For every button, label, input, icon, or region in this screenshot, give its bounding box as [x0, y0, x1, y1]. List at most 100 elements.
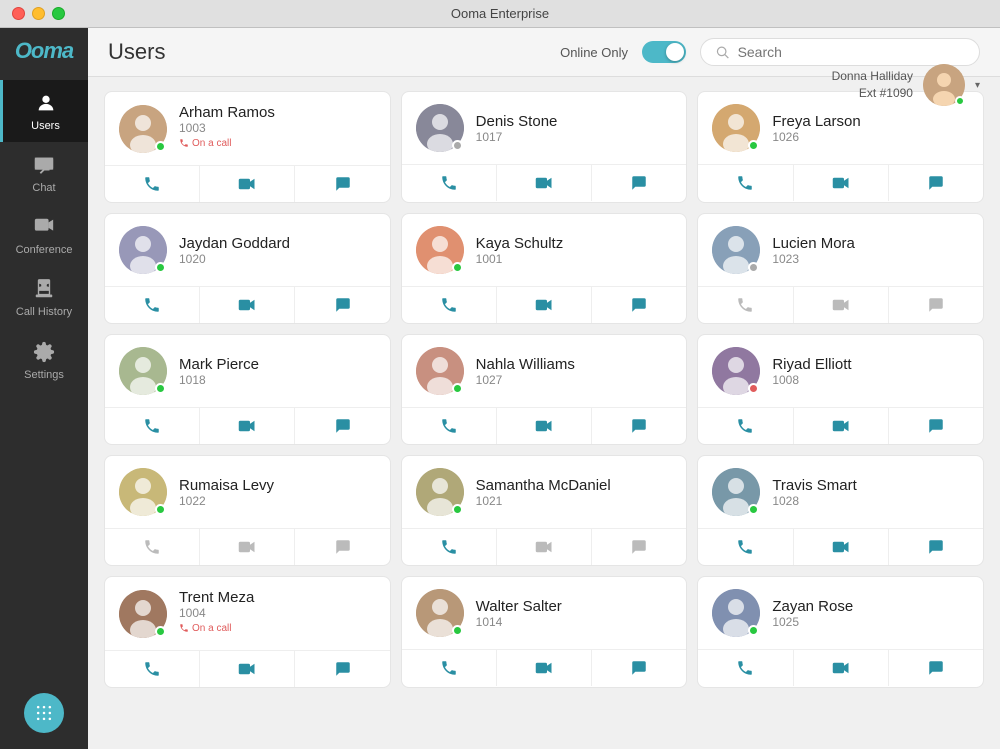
video-button[interactable] [794, 650, 889, 686]
video-button[interactable] [497, 408, 592, 444]
video-button[interactable] [794, 408, 889, 444]
sidebar-users-label: Users [31, 120, 60, 132]
chat-button[interactable] [295, 651, 389, 687]
user-card-top: Samantha McDaniel 1021 [402, 456, 687, 528]
chat-button[interactable] [295, 529, 389, 565]
chat-button[interactable] [592, 408, 686, 444]
phone-button[interactable] [105, 529, 200, 565]
user-card: Riyad Elliott 1008 [697, 334, 984, 445]
video-button[interactable] [497, 650, 592, 686]
user-name: Nahla Williams [476, 356, 673, 373]
header-user-ext: Ext #1090 [832, 85, 913, 102]
status-dot [748, 140, 759, 151]
user-name: Rumaisa Levy [179, 477, 376, 494]
sidebar-item-call-history[interactable]: Call History [0, 266, 88, 329]
video-button[interactable] [794, 287, 889, 323]
phone-button[interactable] [402, 165, 497, 201]
search-box [700, 38, 980, 66]
user-name: Jaydan Goddard [179, 235, 376, 252]
user-card-actions [402, 286, 687, 323]
search-input[interactable] [738, 44, 965, 60]
user-card-actions [402, 407, 687, 444]
phone-button[interactable] [698, 165, 793, 201]
chat-button[interactable] [889, 529, 983, 565]
video-button[interactable] [497, 529, 592, 565]
user-card: Kaya Schultz 1001 [401, 213, 688, 324]
user-name: Zayan Rose [772, 598, 969, 615]
avatar-wrap [119, 590, 167, 638]
user-card: Jaydan Goddard 1020 [104, 213, 391, 324]
avatar-wrap [119, 105, 167, 153]
status-dot [155, 262, 166, 273]
phone-button[interactable] [105, 166, 200, 202]
chat-button[interactable] [889, 165, 983, 201]
online-only-toggle[interactable] [642, 41, 686, 63]
video-button[interactable] [200, 529, 295, 565]
video-button[interactable] [200, 287, 295, 323]
user-name: Samantha McDaniel [476, 477, 673, 494]
conference-icon [31, 214, 57, 240]
phone-button[interactable] [698, 408, 793, 444]
chat-button[interactable] [295, 166, 389, 202]
user-card: Arham Ramos 1003 On a call [104, 91, 391, 203]
sidebar-settings-label: Settings [24, 369, 64, 381]
video-button[interactable] [794, 529, 889, 565]
chat-button[interactable] [889, 650, 983, 686]
status-dot [452, 262, 463, 273]
user-ext: 1021 [476, 494, 673, 508]
phone-button[interactable] [698, 287, 793, 323]
video-button[interactable] [200, 651, 295, 687]
video-button[interactable] [794, 165, 889, 201]
video-button[interactable] [200, 408, 295, 444]
user-info: Zayan Rose 1025 [772, 598, 969, 629]
status-dot [748, 383, 759, 394]
video-button[interactable] [497, 165, 592, 201]
user-card-actions [402, 649, 687, 686]
chat-button[interactable] [889, 408, 983, 444]
video-button[interactable] [497, 287, 592, 323]
sidebar-item-conference[interactable]: Conference [0, 204, 88, 266]
user-card-top: Arham Ramos 1003 On a call [105, 92, 390, 165]
user-card-top: Denis Stone 1017 [402, 92, 687, 164]
sidebar-item-chat[interactable]: Chat [0, 142, 88, 204]
phone-button[interactable] [105, 651, 200, 687]
status-dot [452, 383, 463, 394]
user-info: Arham Ramos 1003 On a call [179, 104, 376, 153]
on-call-badge: On a call [179, 623, 231, 634]
chat-button[interactable] [889, 287, 983, 323]
user-name: Travis Smart [772, 477, 969, 494]
minimize-button[interactable] [32, 7, 45, 20]
phone-button[interactable] [402, 650, 497, 686]
sidebar-item-users[interactable]: Users [0, 80, 88, 142]
phone-button[interactable] [698, 650, 793, 686]
user-card-actions [105, 528, 390, 565]
chat-button[interactable] [295, 408, 389, 444]
avatar-wrap [712, 226, 760, 274]
phone-button[interactable] [402, 287, 497, 323]
main-content: Users Online Only Donna Halliday [88, 28, 1000, 749]
chat-button[interactable] [592, 529, 686, 565]
phone-button[interactable] [105, 408, 200, 444]
chat-button[interactable] [592, 650, 686, 686]
header-avatar-wrap [923, 64, 965, 106]
close-button[interactable] [12, 7, 25, 20]
user-card-actions [105, 407, 390, 444]
dialpad-button[interactable] [24, 693, 64, 733]
settings-icon [31, 339, 57, 365]
user-ext: 1025 [772, 615, 969, 629]
user-name: Freya Larson [772, 113, 969, 130]
sidebar-item-settings[interactable]: Settings [0, 329, 88, 391]
chat-button[interactable] [592, 287, 686, 323]
phone-button[interactable] [105, 287, 200, 323]
header-dropdown-arrow[interactable]: ▾ [975, 80, 980, 91]
phone-button[interactable] [402, 529, 497, 565]
phone-button[interactable] [402, 408, 497, 444]
video-button[interactable] [200, 166, 295, 202]
maximize-button[interactable] [52, 7, 65, 20]
phone-button[interactable] [698, 529, 793, 565]
user-card: Zayan Rose 1025 [697, 576, 984, 688]
chat-button[interactable] [592, 165, 686, 201]
chat-button[interactable] [295, 287, 389, 323]
user-name: Arham Ramos [179, 104, 376, 121]
user-info: Kaya Schultz 1001 [476, 235, 673, 266]
